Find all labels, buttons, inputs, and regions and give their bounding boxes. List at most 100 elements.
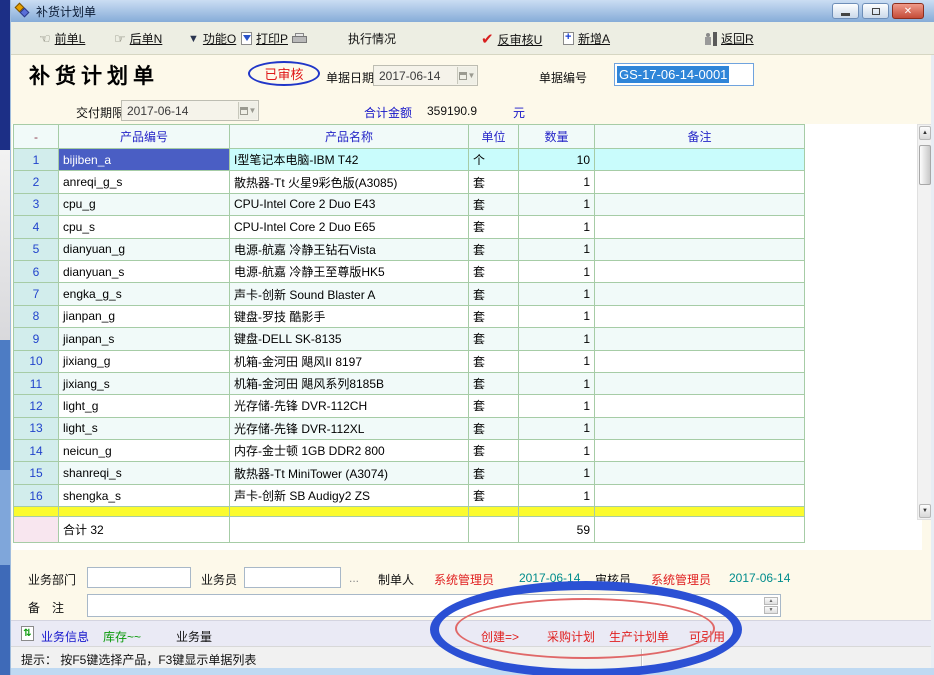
- cell-name[interactable]: 电源-航嘉 冷静王钻石Vista: [230, 238, 469, 260]
- table-row[interactable]: 12light_g光存储-先锋 DVR-112CH套1: [14, 395, 805, 417]
- biz-volume-link[interactable]: 业务量: [176, 628, 212, 645]
- table-row[interactable]: 7engka_g_s声卡-创新 Sound Blaster A套1: [14, 283, 805, 305]
- cell-num[interactable]: 10: [14, 350, 59, 372]
- cell-remark[interactable]: [595, 171, 805, 193]
- cell-unit[interactable]: 套: [469, 305, 519, 327]
- execution-status-label[interactable]: 执行情况: [348, 30, 396, 47]
- unaudit-button[interactable]: ✔ 反审核U: [481, 30, 542, 48]
- cell-unit[interactable]: 套: [469, 395, 519, 417]
- cell-qty[interactable]: 10: [519, 149, 595, 171]
- table-row[interactable]: 16shengka_s声卡-创新 SB Audigy2 ZS套1: [14, 484, 805, 506]
- scroll-down-icon[interactable]: ▼: [919, 504, 931, 518]
- cell-remark[interactable]: [595, 350, 805, 372]
- cell-qty[interactable]: 1: [519, 171, 595, 193]
- cell-num[interactable]: 5: [14, 238, 59, 260]
- cell-num[interactable]: 12: [14, 395, 59, 417]
- cell-qty[interactable]: 1: [519, 350, 595, 372]
- cell-qty[interactable]: 1: [519, 417, 595, 439]
- cell-qty[interactable]: 1: [519, 462, 595, 484]
- cell-name[interactable]: CPU-Intel Core 2 Duo E43: [230, 193, 469, 215]
- cell-remark[interactable]: [595, 484, 805, 506]
- cell-unit[interactable]: 套: [469, 260, 519, 282]
- cell-num[interactable]: 6: [14, 260, 59, 282]
- cell-qty[interactable]: 1: [519, 440, 595, 462]
- cell-qty[interactable]: 1: [519, 238, 595, 260]
- table-row[interactable]: 14neicun_g内存-金士顿 1GB DDR2 800套1: [14, 440, 805, 462]
- cell-remark[interactable]: [595, 260, 805, 282]
- next-doc-button[interactable]: ☞ 后单N: [114, 30, 162, 47]
- table-row[interactable]: 15shanreqi_s散热器-Tt MiniTower (A3074)套1: [14, 462, 805, 484]
- cell-qty[interactable]: 1: [519, 484, 595, 506]
- cell-name[interactable]: 散热器-Tt MiniTower (A3074): [230, 462, 469, 484]
- table-row[interactable]: 5dianyuan_g电源-航嘉 冷静王钻石Vista套1: [14, 238, 805, 260]
- prev-doc-button[interactable]: ☜ 前单L: [39, 30, 85, 47]
- product-table[interactable]: - 产品编号 产品名称 单位 数量 备注 1bijiben_aI型笔记本电脑-I…: [13, 124, 805, 543]
- clerk-input[interactable]: [244, 567, 341, 588]
- cell-code[interactable]: anreqi_g_s: [59, 171, 230, 193]
- cell-name[interactable]: 机箱-金河田 飓风系列8185B: [230, 372, 469, 394]
- cell-code[interactable]: dianyuan_g: [59, 238, 230, 260]
- return-button[interactable]: 返回R: [704, 30, 754, 47]
- cell-code[interactable]: cpu_g: [59, 193, 230, 215]
- stock-link[interactable]: 库存~~: [103, 628, 141, 645]
- cell-qty[interactable]: 1: [519, 193, 595, 215]
- cell-code[interactable]: jixiang_g: [59, 350, 230, 372]
- cell-name[interactable]: 散热器-Tt 火星9彩色版(A3085): [230, 171, 469, 193]
- cell-num[interactable]: 14: [14, 440, 59, 462]
- cell-qty[interactable]: 1: [519, 328, 595, 350]
- cell-name[interactable]: 键盘-DELL SK-8135: [230, 328, 469, 350]
- cell-qty[interactable]: 1: [519, 260, 595, 282]
- calendar-dropdown-icon[interactable]: ▼: [457, 67, 476, 84]
- add-new-button[interactable]: + 新增A: [563, 30, 610, 47]
- table-row[interactable]: 4cpu_sCPU-Intel Core 2 Duo E65套1: [14, 216, 805, 238]
- cell-qty[interactable]: 1: [519, 395, 595, 417]
- cell-unit[interactable]: 套: [469, 372, 519, 394]
- cell-num[interactable]: 8: [14, 305, 59, 327]
- cell-name[interactable]: 光存储-先锋 DVR-112XL: [230, 417, 469, 439]
- print-button[interactable]: 打印P: [241, 30, 307, 47]
- cell-num[interactable]: 16: [14, 484, 59, 506]
- cell-unit[interactable]: 套: [469, 417, 519, 439]
- table-row[interactable]: 1bijiben_aI型笔记本电脑-IBM T42个10: [14, 149, 805, 171]
- cell-name[interactable]: I型笔记本电脑-IBM T42: [230, 149, 469, 171]
- table-row[interactable]: 8jianpan_g键盘-罗技 酷影手套1: [14, 305, 805, 327]
- cell-code[interactable]: jianpan_s: [59, 328, 230, 350]
- cell-num[interactable]: 2: [14, 171, 59, 193]
- table-row[interactable]: 2anreqi_g_s散热器-Tt 火星9彩色版(A3085)套1: [14, 171, 805, 193]
- cell-num[interactable]: 3: [14, 193, 59, 215]
- cell-unit[interactable]: 套: [469, 238, 519, 260]
- cell-remark[interactable]: [595, 440, 805, 462]
- cell-qty[interactable]: 1: [519, 283, 595, 305]
- cell-code[interactable]: cpu_s: [59, 216, 230, 238]
- cell-name[interactable]: 键盘-罗技 酷影手: [230, 305, 469, 327]
- cell-qty[interactable]: 1: [519, 372, 595, 394]
- cell-code[interactable]: dianyuan_s: [59, 260, 230, 282]
- dept-input[interactable]: [87, 567, 191, 588]
- cell-remark[interactable]: [595, 238, 805, 260]
- table-row[interactable]: 10jixiang_g机箱-金河田 飓风II 8197套1: [14, 350, 805, 372]
- cell-name[interactable]: 机箱-金河田 飓风II 8197: [230, 350, 469, 372]
- cell-name[interactable]: 声卡-创新 Sound Blaster A: [230, 283, 469, 305]
- cell-unit[interactable]: 套: [469, 350, 519, 372]
- cell-remark[interactable]: [595, 372, 805, 394]
- cell-code[interactable]: bijiben_a: [59, 149, 230, 171]
- cell-qty[interactable]: 1: [519, 305, 595, 327]
- cell-remark[interactable]: [595, 283, 805, 305]
- cell-remark[interactable]: [595, 305, 805, 327]
- cell-unit[interactable]: 个: [469, 149, 519, 171]
- cell-num[interactable]: 1: [14, 149, 59, 171]
- close-button[interactable]: ✕: [892, 3, 924, 19]
- cell-unit[interactable]: 套: [469, 440, 519, 462]
- cell-unit[interactable]: 套: [469, 462, 519, 484]
- table-row[interactable]: 6dianyuan_s电源-航嘉 冷静王至尊版HK5套1: [14, 260, 805, 282]
- cell-num[interactable]: 11: [14, 372, 59, 394]
- function-button[interactable]: ▼ 功能O: [188, 30, 236, 47]
- table-row[interactable]: 3cpu_gCPU-Intel Core 2 Duo E43套1: [14, 193, 805, 215]
- cell-num[interactable]: 7: [14, 283, 59, 305]
- table-row[interactable]: 11jixiang_s机箱-金河田 飓风系列8185B套1: [14, 372, 805, 394]
- cell-remark[interactable]: [595, 328, 805, 350]
- cell-code[interactable]: engka_g_s: [59, 283, 230, 305]
- calendar-dropdown-icon[interactable]: ▼: [238, 102, 257, 119]
- cell-unit[interactable]: 套: [469, 216, 519, 238]
- cell-name[interactable]: 声卡-创新 SB Audigy2 ZS: [230, 484, 469, 506]
